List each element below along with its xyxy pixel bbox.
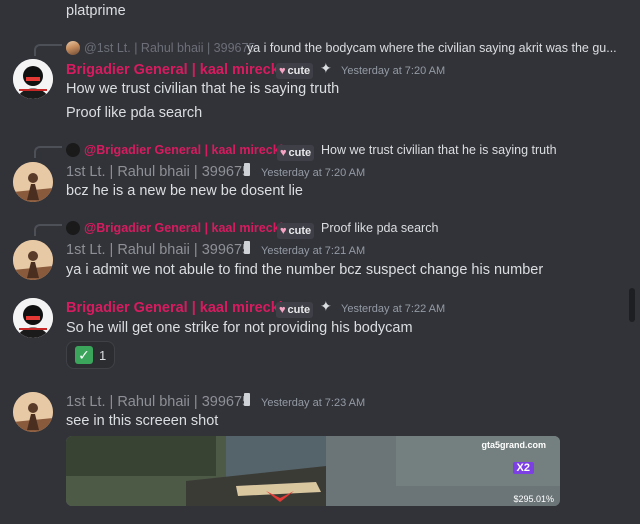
avatar[interactable] xyxy=(13,240,53,280)
screenshot-attachment[interactable]: gta5grand.com X2 $295.01% xyxy=(66,436,560,506)
sparkle-icon: ✦ xyxy=(320,298,332,314)
previous-message-text: platprime xyxy=(66,3,126,19)
message-text: Proof like pda search xyxy=(66,105,203,121)
reply-author[interactable]: @1st Lt. | Rahul bhaii | 399675 xyxy=(84,41,255,55)
reply-avatar[interactable] xyxy=(66,41,80,55)
phone-icon xyxy=(244,163,250,176)
role-tag[interactable]: ♥ cute xyxy=(276,61,314,79)
reply-preview-text[interactable]: How we trust civilian that he is saying … xyxy=(321,143,557,157)
heart-icon: ♥ xyxy=(280,147,287,159)
avatar[interactable] xyxy=(13,162,53,202)
avatar[interactable] xyxy=(13,59,53,99)
heart-icon: ♥ xyxy=(280,225,287,237)
phone-icon xyxy=(244,393,250,406)
avatar[interactable] xyxy=(13,298,53,338)
money-readout: $295.01% xyxy=(513,494,554,504)
reaction-button[interactable]: ✓ 1 xyxy=(66,341,116,369)
heart-icon: ♥ xyxy=(279,65,286,77)
role-tag: ♥ cute xyxy=(277,221,315,239)
scrollbar-thumb[interactable] xyxy=(629,288,635,322)
reply-connector xyxy=(34,44,62,56)
check-emoji: ✓ xyxy=(75,346,93,364)
heart-icon: ♥ xyxy=(279,304,286,316)
multiplier-badge: X2 xyxy=(512,462,534,474)
reply-connector xyxy=(34,146,62,158)
role-tag[interactable]: ♥ cute xyxy=(276,300,314,318)
reply-author[interactable]: @Brigadier General | kaal mirecki xyxy=(84,143,283,157)
reply-connector xyxy=(34,224,62,236)
message-text: see in this screeen shot xyxy=(66,413,219,429)
timestamp[interactable]: Yesterday at 7:22 AM xyxy=(341,303,445,315)
timestamp[interactable]: Yesterday at 7:20 AM xyxy=(341,65,445,77)
author-name[interactable]: 1st Lt. | Rahul bhaii | 399675 xyxy=(66,394,250,410)
message-text: How we trust civilian that he is saying … xyxy=(66,81,340,97)
role-tag: ♥ cute xyxy=(277,143,315,161)
reply-preview-text[interactable]: Proof like pda search xyxy=(321,221,438,235)
timestamp[interactable]: Yesterday at 7:23 AM xyxy=(261,397,365,409)
author-name[interactable]: Brigadier General | kaal mirecki xyxy=(66,300,283,316)
sparkle-icon: ✦ xyxy=(320,60,332,76)
reply-author[interactable]: @Brigadier General | kaal mirecki xyxy=(84,221,283,235)
author-name[interactable]: 1st Lt. | Rahul bhaii | 399675 xyxy=(66,242,250,258)
message-text: ya i admit we not abule to find the numb… xyxy=(66,262,544,278)
reply-avatar[interactable] xyxy=(66,143,80,157)
watermark-site: gta5grand.com xyxy=(481,440,546,450)
message-text: So he will get one strike for not provid… xyxy=(66,320,413,336)
reply-preview-text[interactable]: ya i found the bodycam where the civilia… xyxy=(247,41,617,55)
timestamp[interactable]: Yesterday at 7:20 AM xyxy=(261,167,365,179)
message-text: bcz he is a new be new be dosent lie xyxy=(66,183,303,199)
timestamp[interactable]: Yesterday at 7:21 AM xyxy=(261,245,365,257)
phone-icon xyxy=(244,241,250,254)
author-name[interactable]: 1st Lt. | Rahul bhaii | 399675 xyxy=(66,164,250,180)
avatar[interactable] xyxy=(13,392,53,432)
reaction-count: 1 xyxy=(99,347,107,363)
reply-avatar[interactable] xyxy=(66,221,80,235)
author-name[interactable]: Brigadier General | kaal mirecki xyxy=(66,62,283,78)
